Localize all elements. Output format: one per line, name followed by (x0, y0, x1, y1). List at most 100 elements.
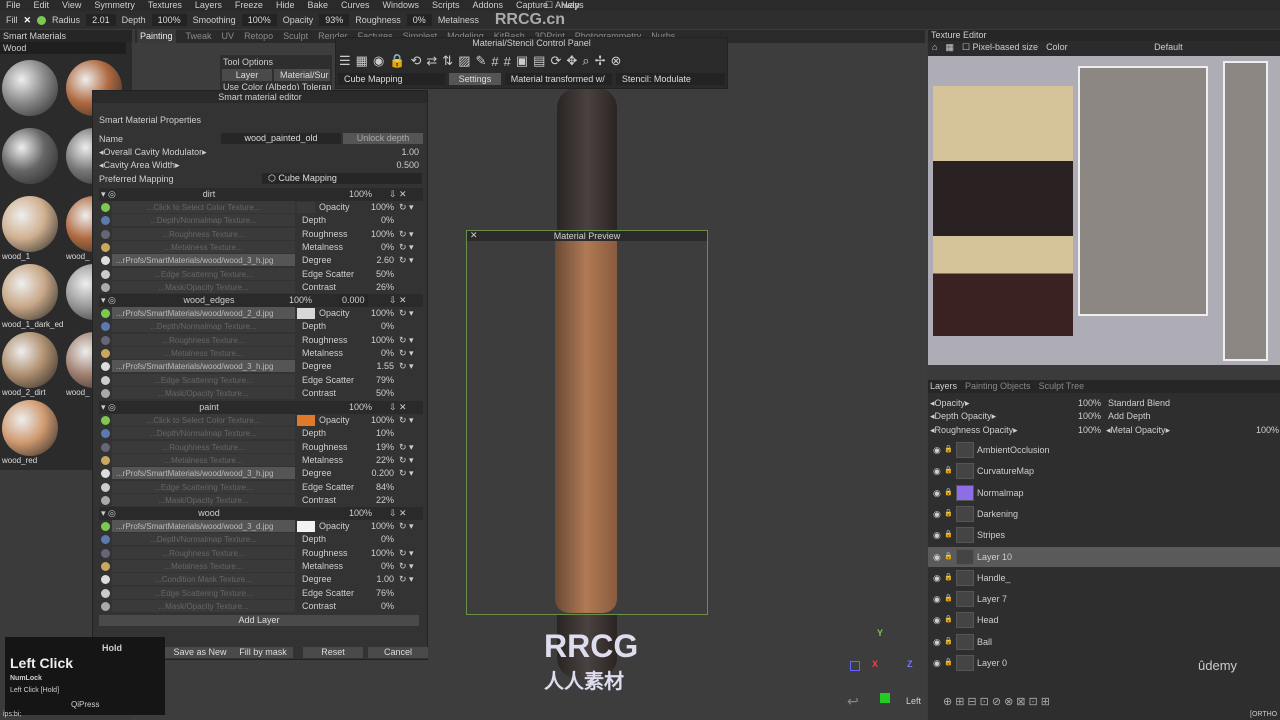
cavity-width-value[interactable]: 0.500 (389, 159, 419, 172)
layer-opacity[interactable]: 100% (349, 401, 372, 414)
layer-name[interactable]: dirt (129, 188, 289, 201)
tab-uv[interactable]: UV (222, 30, 235, 43)
param-value[interactable]: 0.200 (364, 467, 394, 480)
texture-slot[interactable]: ...Metalness Texture... (112, 453, 295, 466)
lock-icon[interactable]: 🔒 (944, 610, 953, 630)
move-icon[interactable]: ✥ (566, 53, 577, 69)
visibility-eye-icon[interactable]: ◉ (933, 504, 941, 524)
menu-view[interactable]: View (62, 0, 81, 11)
add-layer-button[interactable]: Add Layer (99, 615, 419, 626)
menu-curves[interactable]: Curves (341, 0, 370, 11)
pencil-icon[interactable]: ✎ (476, 53, 487, 69)
menu-textures[interactable]: Textures (148, 0, 182, 11)
param-value[interactable]: 0% (364, 533, 394, 546)
lock-icon[interactable]: 🔒 (944, 547, 953, 567)
smoothing-field[interactable]: 100% (241, 14, 277, 26)
menu-layers[interactable]: Layers (195, 0, 222, 11)
color-swatch[interactable] (297, 415, 315, 426)
layer-name[interactable]: wood_edges (129, 294, 289, 307)
stencil-dropdown[interactable]: Stencil: Modulate (615, 73, 725, 85)
param-value[interactable]: 19% (364, 441, 394, 454)
home-icon[interactable]: ⌂ (932, 41, 937, 54)
roughness-opacity-value[interactable]: 100% (1078, 425, 1101, 435)
mode-dropdown-icon[interactable]: ↻ ▾ (399, 307, 414, 320)
texture-slot[interactable]: ...Mask/Opacity Texture... (112, 599, 295, 612)
delete-layer-icon[interactable]: ⇩ ✕ (389, 294, 407, 307)
texture-slot[interactable]: ...rProfs/SmartMaterials/wood/wood_3_h.j… (112, 467, 295, 480)
param-value[interactable]: 0% (364, 241, 394, 254)
undo-icon[interactable]: ⟳ (550, 53, 561, 69)
mode-dropdown-icon[interactable]: ↻ ▾ (399, 201, 414, 214)
tab-layer[interactable]: Layer (222, 69, 272, 81)
eye-icon[interactable]: ◉ (373, 53, 384, 69)
grid-icon[interactable]: ▦ (356, 53, 368, 69)
param-value[interactable]: 50% (364, 387, 394, 400)
texture-slot[interactable]: ...Edge Scattering Texture... (112, 267, 295, 280)
material-thumbnail[interactable] (2, 196, 58, 252)
texture-slot[interactable]: ...Roughness Texture... (112, 440, 295, 453)
param-value[interactable]: 0% (364, 320, 394, 333)
menu-freeze[interactable]: Freeze (235, 0, 263, 11)
param-value[interactable]: 10% (364, 427, 394, 440)
mode-dropdown-icon[interactable]: ↻ ▾ (399, 520, 414, 533)
texture-slot[interactable]: ...rProfs/SmartMaterials/wood/wood_2_d.j… (112, 307, 295, 319)
visibility-eye-icon[interactable]: ◉ (933, 568, 941, 588)
menu-capture[interactable]: Capture (516, 0, 548, 11)
name-field[interactable]: wood_painted_old (221, 133, 341, 144)
visibility-eye-icon[interactable]: ◉ (933, 653, 941, 673)
roughness-field[interactable]: 0% (406, 14, 432, 26)
layer-row[interactable]: ◉ 🔒 Layer 10 (928, 546, 1280, 567)
lock-icon[interactable]: 🔒 (944, 632, 953, 652)
layer-row[interactable]: ◉ 🔒 CurvatureMap (928, 461, 1280, 481)
color-dot-icon[interactable] (37, 15, 47, 25)
tab-sculpt[interactable]: Sculpt (283, 30, 308, 43)
visibility-eye-icon[interactable]: ◉ (933, 525, 941, 545)
mode-dropdown-icon[interactable]: ↻ ▾ (399, 441, 414, 454)
pixel-based-checkbox[interactable]: ☐ Pixel-based size (962, 41, 1038, 54)
layer-row[interactable]: ◉ 🔒 Ball (928, 632, 1280, 652)
texture-slot[interactable]: ...rProfs/SmartMaterials/wood/wood_3_h.j… (112, 360, 295, 373)
layer-row[interactable]: ◉ 🔒 Handle_ (928, 568, 1280, 588)
menu-symmetry[interactable]: Symmetry (94, 0, 135, 11)
param-value[interactable]: 100% (364, 334, 394, 347)
cancel-button[interactable]: Cancel (368, 647, 428, 658)
texture-slot[interactable]: ...Roughness Texture... (112, 227, 295, 240)
texture-slot[interactable]: ...Condition Mask Texture... (112, 573, 295, 586)
texture-slot[interactable]: ...Edge Scattering Texture... (112, 480, 295, 493)
material-layer-header[interactable]: ▾ ◎ wood_edges 100% 0.000 ⇩ ✕ (99, 294, 423, 307)
layer-row[interactable]: ◉ 🔒 Darkening (928, 504, 1280, 524)
texture-slot[interactable]: ...Metalness Texture... (112, 240, 295, 253)
param-value[interactable]: 0% (364, 347, 394, 360)
hatch-icon[interactable]: ▨ (458, 53, 470, 69)
layer-name[interactable]: wood (129, 507, 289, 520)
visibility-eye-icon[interactable]: ◉ (933, 461, 941, 481)
lock-icon[interactable]: 🔒 (944, 525, 953, 545)
depth-opacity-value[interactable]: 100% (1078, 411, 1101, 421)
menu-hide[interactable]: Hide (276, 0, 295, 11)
metal-opacity-value[interactable]: 100% (1256, 425, 1279, 435)
lock-icon[interactable]: 🔒 (944, 568, 953, 588)
param-value[interactable]: 100% (364, 307, 394, 320)
mode-dropdown-icon[interactable]: ↻ ▾ (399, 573, 414, 586)
texture-slot[interactable]: ...Roughness Texture... (112, 546, 295, 559)
close-icon[interactable]: ✕ (470, 230, 478, 241)
param-value[interactable]: 100% (364, 201, 394, 214)
param-value[interactable]: 26% (364, 281, 394, 294)
param-value[interactable]: 1.55 (364, 360, 394, 373)
mode-dropdown-icon[interactable]: ↻ ▾ (399, 241, 414, 254)
layer-row[interactable]: ◉ 🔒 Head (928, 610, 1280, 630)
texture-slot[interactable]: ...Edge Scattering Texture... (112, 586, 295, 599)
texture-slot[interactable]: ...rProfs/SmartMaterials/wood/wood_3_h.j… (112, 254, 295, 267)
texture-slot[interactable]: ...Roughness Texture... (112, 333, 295, 346)
tab-retopo[interactable]: Retopo (244, 30, 273, 43)
zoom-icon[interactable]: ⌕ (582, 53, 589, 69)
material-thumbnail[interactable] (2, 400, 58, 456)
tab-tweak[interactable]: Tweak (186, 30, 212, 43)
tab-material[interactable]: Material/Sur (274, 69, 330, 81)
param-value[interactable]: 1.00 (364, 573, 394, 586)
layer-name[interactable]: paint (129, 401, 289, 414)
always-checkbox[interactable]: ☐ Always (545, 0, 584, 11)
layer-row[interactable]: ◉ 🔒 AmbientOcclusion (928, 440, 1280, 460)
texture-slot[interactable]: ...Depth/Normalmap Texture... (112, 320, 295, 333)
texture-slot[interactable]: ...Depth/Normalmap Texture... (112, 214, 295, 227)
